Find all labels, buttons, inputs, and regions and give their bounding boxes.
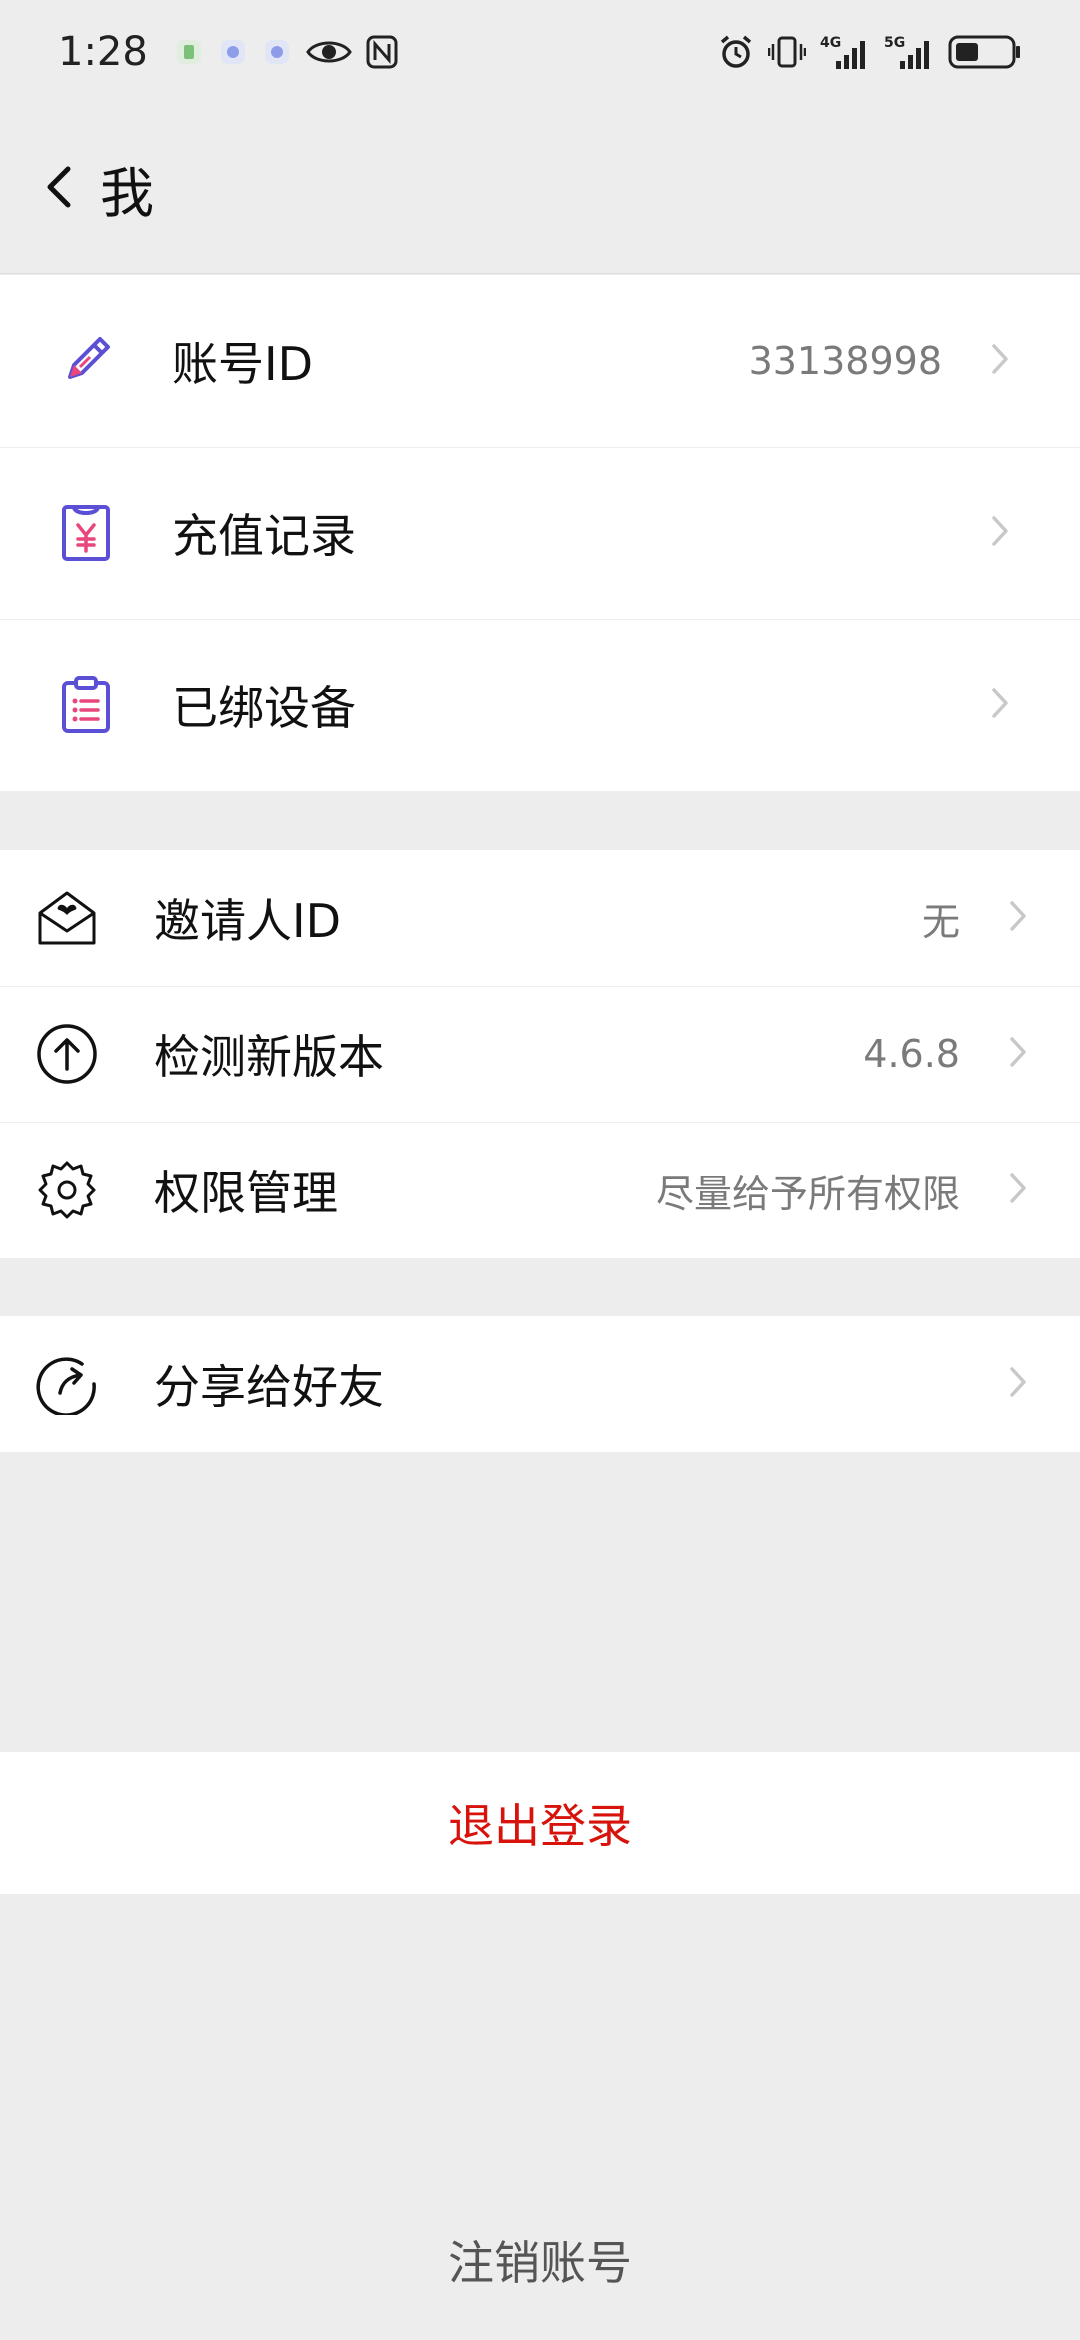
back-icon[interactable] — [44, 165, 74, 213]
chevron-right-icon — [1008, 1035, 1028, 1073]
notification-app-icon — [218, 37, 248, 67]
row-label: 检测新版本 — [154, 1030, 384, 1084]
bound-devices-row[interactable]: 已绑设备 — [0, 619, 1080, 791]
chevron-right-icon — [1008, 1171, 1028, 1209]
chevron-right-icon — [1008, 1365, 1028, 1403]
check-update-row[interactable]: 检测新版本 4.6.8 — [0, 986, 1080, 1122]
version-value: 4.6.8 — [863, 1032, 960, 1076]
permissions-row[interactable]: 权限管理 尽量给予所有权限 — [0, 1122, 1080, 1258]
gear-icon — [34, 1157, 100, 1223]
recharge-history-row[interactable]: 充值记录 — [0, 447, 1080, 619]
svg-text:4G: 4G — [820, 35, 841, 51]
row-label: 充值记录 — [172, 509, 356, 563]
receipt-yuan-icon — [50, 497, 122, 569]
inviter-id-row[interactable]: 邀请人ID 无 — [0, 850, 1080, 986]
account-section: 账号ID 33138998 充值记录 已绑设备 — [0, 275, 1080, 791]
permissions-value: 尽量给予所有权限 — [655, 1171, 960, 1216]
chevron-right-icon — [990, 686, 1010, 724]
share-section: 分享给好友 — [0, 1316, 1080, 1452]
notification-app-icon — [174, 37, 204, 67]
notification-app-icon — [262, 37, 292, 67]
deregister-account-button[interactable]: 注销账号 — [0, 2220, 1080, 2300]
row-label: 分享给好友 — [154, 1360, 384, 1414]
envelope-heart-icon — [34, 885, 100, 951]
settings-section: 邀请人ID 无 检测新版本 4.6.8 权限管理 尽量给予所有权限 — [0, 850, 1080, 1258]
nfc-icon — [366, 35, 398, 69]
upload-circle-icon — [34, 1021, 100, 1087]
nav-bar: 我 — [0, 104, 1080, 274]
row-label: 邀请人ID — [154, 894, 341, 948]
battery-icon — [948, 34, 1022, 70]
status-bar: 1:28 4G 5G — [0, 0, 1080, 104]
chevron-right-icon — [990, 342, 1010, 380]
logout-button[interactable]: 退出登录 — [0, 1752, 1080, 1894]
svg-text:5G: 5G — [884, 35, 905, 51]
logout-label: 退出登录 — [448, 1799, 632, 1853]
account-id-value: 33138998 — [748, 339, 942, 383]
account-id-row[interactable]: 账号ID 33138998 — [0, 275, 1080, 447]
row-label: 已绑设备 — [172, 681, 356, 735]
inviter-id-value: 无 — [921, 899, 960, 944]
chevron-right-icon — [990, 514, 1010, 552]
share-refresh-icon — [34, 1351, 100, 1417]
deregister-label: 注销账号 — [448, 2236, 632, 2290]
row-label: 权限管理 — [154, 1166, 338, 1220]
vibrate-icon — [768, 35, 806, 69]
page-title: 我 — [100, 162, 154, 225]
eye-icon — [306, 37, 352, 67]
share-row[interactable]: 分享给好友 — [0, 1316, 1080, 1452]
chevron-right-icon — [1008, 899, 1028, 937]
row-label: 账号ID — [172, 337, 313, 391]
signal-4g-icon: 4G — [820, 33, 870, 71]
status-time: 1:28 — [58, 29, 148, 75]
pencil-icon — [50, 325, 122, 397]
signal-5g-icon: 5G — [884, 33, 934, 71]
alarm-icon — [718, 34, 754, 70]
clipboard-icon — [50, 669, 122, 741]
